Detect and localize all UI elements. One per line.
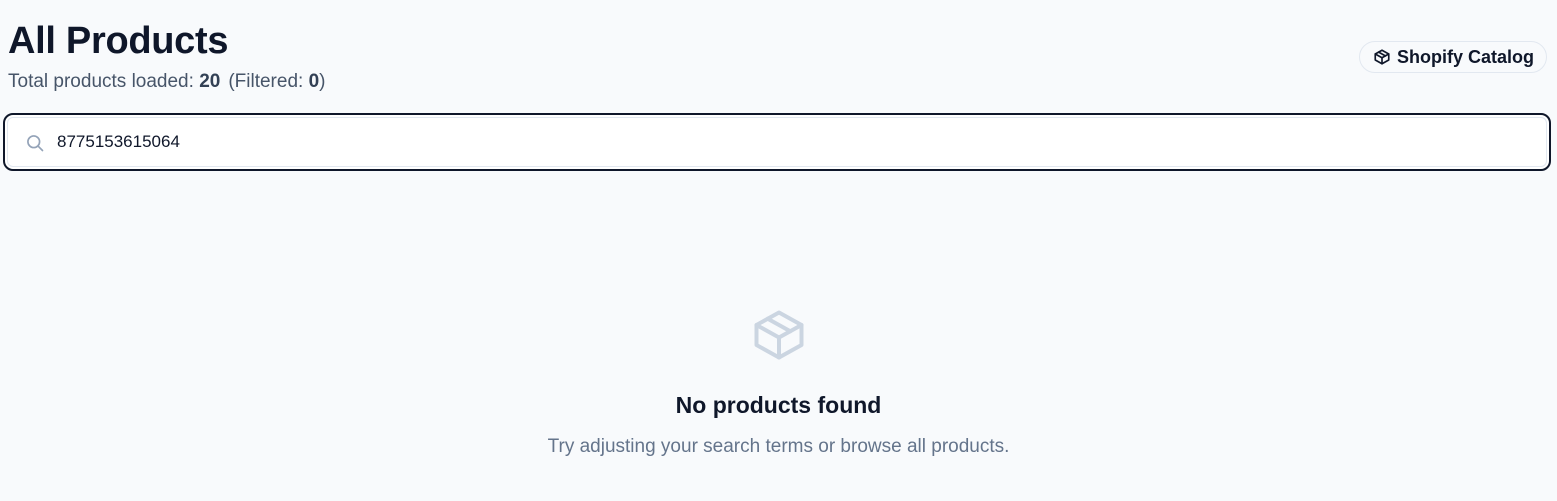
filtered-close-paren: ) [319, 71, 326, 92]
filtered-count: 0 [308, 71, 320, 92]
search-bar[interactable] [3, 113, 1551, 171]
page-title: All Products [8, 20, 229, 62]
shopify-catalog-button[interactable]: Shopify Catalog [1358, 41, 1547, 73]
products-page: All Products Total products loaded: 20 (F… [0, 0, 1557, 501]
package-icon [754, 310, 803, 360]
package-icon [1374, 49, 1390, 65]
filtered-label: (Filtered: [228, 71, 304, 92]
total-loaded-count: 20 [199, 71, 221, 92]
empty-state-title: No products found [675, 392, 882, 418]
search-icon [27, 135, 44, 152]
empty-state-subtitle: Try adjusting your search terms or brows… [547, 436, 1010, 457]
product-stats: Total products loaded: 20 (Filtered: 0) [8, 70, 325, 94]
stats-label: Total products loaded: [8, 71, 194, 92]
empty-state: No products found Try adjusting your sea… [0, 305, 1557, 459]
search-input[interactable] [57, 123, 1537, 161]
shopify-catalog-label: Shopify Catalog [1396, 46, 1534, 67]
page-header: All Products Total products loaded: 20 (F… [8, 18, 325, 94]
